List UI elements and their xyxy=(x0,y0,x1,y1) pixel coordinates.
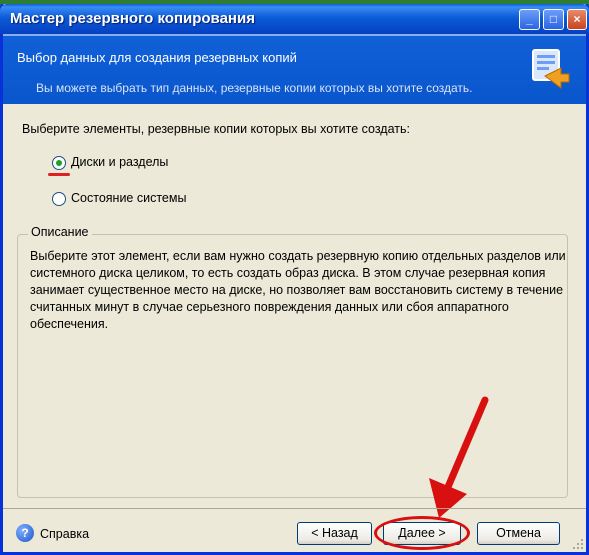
radio-unselected-icon[interactable] xyxy=(52,192,66,206)
header-subtitle: Вы можете выбрать тип данных, резервные … xyxy=(36,81,473,95)
close-button[interactable]: × xyxy=(567,9,587,30)
cancel-button[interactable]: Отмена xyxy=(477,522,560,545)
help-icon[interactable]: ? xyxy=(16,524,34,542)
annotation-arrow-icon xyxy=(429,396,489,518)
window-title: Мастер резервного копирования xyxy=(10,10,255,27)
radio-selected-icon[interactable] xyxy=(52,156,66,170)
header-title: Выбор данных для создания резервных копи… xyxy=(17,50,297,65)
wizard-header: Выбор данных для создания резервных копи… xyxy=(3,34,586,104)
description-legend: Описание xyxy=(28,225,92,239)
annotation-ellipse xyxy=(374,516,470,550)
title-bar[interactable]: Мастер резервного копирования _ □ × xyxy=(0,4,589,34)
description-text: Выберите этот элемент, если вам нужно со… xyxy=(30,249,566,331)
radio-label: Состояние системы xyxy=(71,191,187,205)
maximize-button[interactable]: □ xyxy=(543,9,564,30)
selection-prompt: Выберите элементы, резервные копии котор… xyxy=(22,122,410,136)
backup-wizard-icon xyxy=(532,49,570,89)
screen-border xyxy=(0,0,589,4)
back-button[interactable]: < Назад xyxy=(297,522,372,545)
annotation-underline xyxy=(48,173,70,176)
footer-divider xyxy=(3,508,586,509)
minimize-button[interactable]: _ xyxy=(519,9,540,30)
radio-label: Диски и разделы xyxy=(71,155,169,169)
help-link[interactable]: Справка xyxy=(40,527,89,541)
resize-grip-icon[interactable] xyxy=(571,537,585,551)
